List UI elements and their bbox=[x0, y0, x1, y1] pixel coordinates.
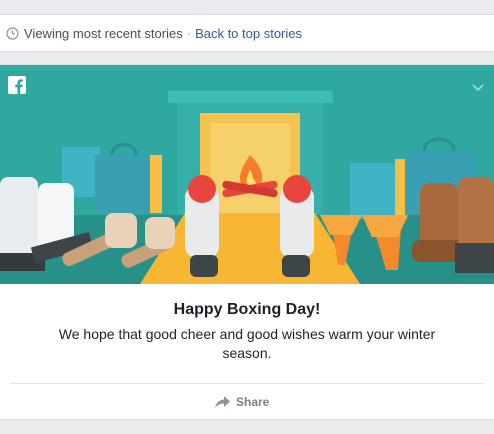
share-label: Share bbox=[236, 395, 270, 409]
facebook-logo-icon bbox=[8, 76, 26, 94]
status-text: Viewing most recent stories bbox=[24, 25, 183, 41]
clock-icon bbox=[6, 26, 19, 40]
back-to-top-stories-link[interactable]: Back to top stories bbox=[195, 26, 302, 41]
feed-sort-status-bar: Viewing most recent stories · Back to to… bbox=[0, 14, 494, 52]
card-message: We hope that good cheer and good wishes … bbox=[58, 326, 436, 361]
card-divider bbox=[10, 383, 484, 384]
chevron-down-icon[interactable] bbox=[472, 79, 484, 92]
share-arrow-icon bbox=[215, 396, 230, 408]
status-separator: · bbox=[186, 25, 192, 41]
holiday-greeting-card: Happy Boxing Day! We hope that good chee… bbox=[0, 64, 494, 420]
card-title: Happy Boxing Day! bbox=[173, 301, 321, 318]
boxing-day-illustration bbox=[0, 65, 494, 284]
share-button[interactable]: Share bbox=[215, 392, 269, 412]
